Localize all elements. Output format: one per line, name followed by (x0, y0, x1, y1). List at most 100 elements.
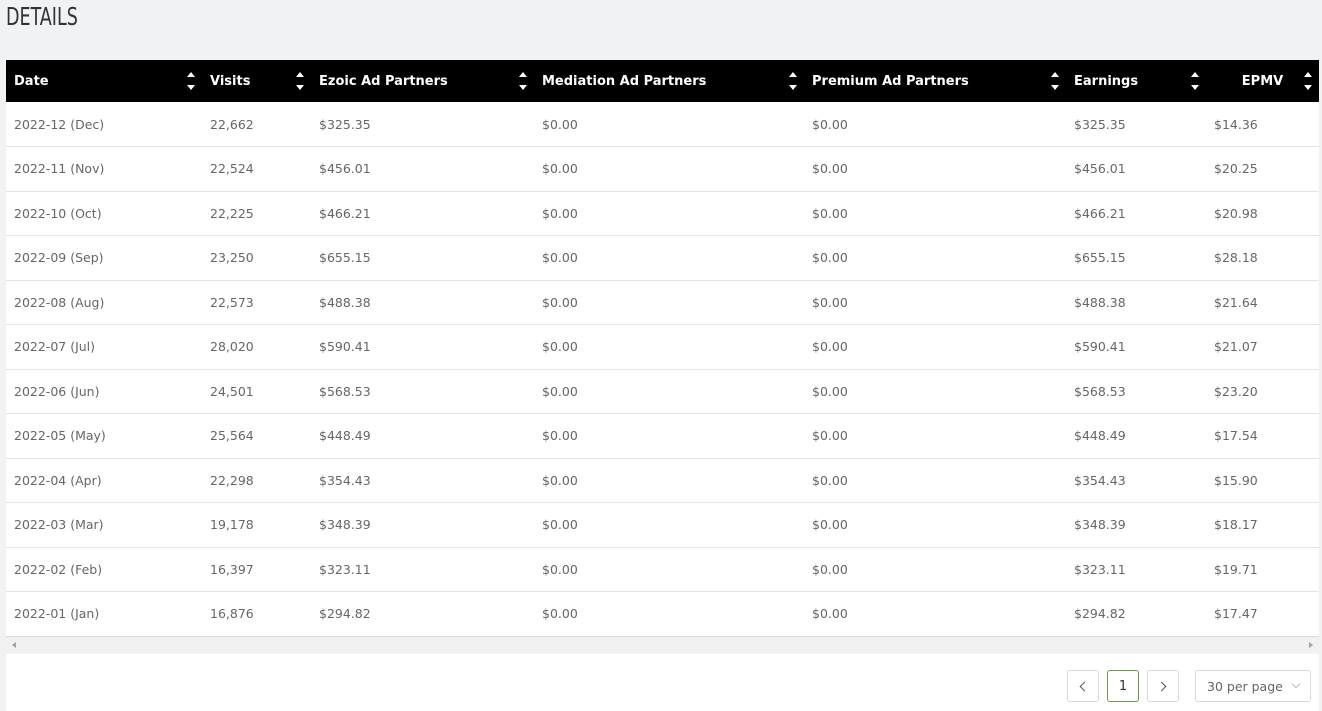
cell-epmv: $14.36 (1214, 116, 1258, 132)
sort-icon[interactable] (788, 70, 798, 92)
column-label: Earnings (1074, 73, 1139, 89)
column-header-mediation-ad-partners[interactable]: Mediation Ad Partners (534, 60, 804, 102)
cell-premium-ad-partners: $0.00 (812, 250, 848, 266)
cell-date: 2022-06 (Jun) (14, 383, 100, 399)
cell-premium-ad-partners: $0.00 (812, 294, 848, 310)
cell-visits: 22,524 (210, 161, 254, 177)
column-header-ezoic-ad-partners[interactable]: Ezoic Ad Partners (311, 60, 534, 102)
cell-visits: 19,178 (210, 517, 254, 533)
table-body: 2022-12 (Dec) 22,662 $325.35 $0.00 $0.00 $325… (6, 102, 1319, 636)
cell-mediation-ad-partners: $0.00 (542, 383, 578, 399)
cell-visits: 22,225 (210, 205, 254, 221)
cell-ezoic-ad-partners: $354.43 (319, 472, 371, 488)
cell-mediation-ad-partners: $0.00 (542, 606, 578, 622)
scroll-left-icon[interactable] (12, 642, 16, 648)
cell-premium-ad-partners: $0.00 (812, 428, 848, 444)
cell-epmv: $20.25 (1214, 161, 1258, 177)
cell-mediation-ad-partners: $0.00 (542, 472, 578, 488)
column-header-premium-ad-partners[interactable]: Premium Ad Partners (804, 60, 1066, 102)
cell-ezoic-ad-partners: $488.38 (319, 294, 371, 310)
cell-earnings: $348.39 (1074, 517, 1126, 533)
column-label: Mediation Ad Partners (542, 73, 707, 89)
column-header-earnings[interactable]: Earnings (1066, 60, 1206, 102)
cell-epmv: $23.20 (1214, 383, 1258, 399)
table-row: 2022-07 (Jul) 28,020 $590.41 $0.00 $0.00 $590… (6, 325, 1319, 369)
column-label: Date (14, 73, 49, 89)
cell-visits: 22,298 (210, 472, 254, 488)
cell-premium-ad-partners: $0.00 (812, 606, 848, 622)
cell-epmv: $17.47 (1214, 606, 1258, 622)
column-label: Ezoic Ad Partners (319, 73, 448, 89)
chevron-left-icon (1079, 681, 1090, 691)
scroll-right-icon[interactable] (1309, 642, 1313, 648)
cell-epmv: $21.64 (1214, 294, 1258, 310)
cell-earnings: $294.82 (1074, 606, 1126, 622)
sort-icon[interactable] (1190, 70, 1200, 92)
table-row: 2022-06 (Jun) 24,501 $568.53 $0.00 $0.00 $568… (6, 369, 1319, 414)
page-button-current[interactable]: 1 (1107, 670, 1139, 702)
column-header-visits[interactable]: Visits (202, 60, 311, 102)
cell-premium-ad-partners: $0.00 (812, 116, 848, 132)
next-page-button[interactable] (1147, 670, 1179, 702)
cell-visits: 16,876 (210, 606, 254, 622)
column-label: Premium Ad Partners (812, 73, 969, 89)
cell-ezoic-ad-partners: $655.15 (319, 250, 371, 266)
cell-epmv: $17.54 (1214, 428, 1258, 444)
column-label: EPMV (1241, 73, 1284, 89)
sort-icon[interactable] (1050, 70, 1060, 92)
sort-icon[interactable] (1303, 70, 1313, 92)
cell-ezoic-ad-partners: $294.82 (319, 606, 371, 622)
cell-visits: 28,020 (210, 339, 254, 355)
cell-date: 2022-09 (Sep) (14, 250, 104, 266)
cell-earnings: $448.49 (1074, 428, 1126, 444)
cell-premium-ad-partners: $0.00 (812, 205, 848, 221)
sort-icon[interactable] (295, 70, 305, 92)
cell-date: 2022-05 (May) (14, 428, 106, 444)
sort-icon[interactable] (186, 70, 196, 92)
cell-mediation-ad-partners: $0.00 (542, 250, 578, 266)
sort-icon[interactable] (518, 70, 528, 92)
details-table: Date Visits Ezoic Ad Partners Mediation … (6, 60, 1319, 637)
previous-page-button[interactable] (1067, 670, 1099, 702)
cell-earnings: $323.11 (1074, 561, 1126, 577)
pagination-bar: 1 30 per page (6, 654, 1319, 711)
cell-mediation-ad-partners: $0.00 (542, 294, 578, 310)
table-row: 2022-11 (Nov) 22,524 $456.01 $0.00 $0.00 $456… (6, 147, 1319, 191)
cell-epmv: $19.71 (1214, 561, 1258, 577)
cell-ezoic-ad-partners: $448.49 (319, 428, 371, 444)
table-row: 2022-09 (Sep) 23,250 $655.15 $0.00 $0.00 $655… (6, 236, 1319, 280)
cell-visits: 25,564 (210, 428, 254, 444)
horizontal-scrollbar[interactable] (6, 636, 1319, 653)
column-header-date[interactable]: Date (6, 60, 202, 102)
cell-epmv: $15.90 (1214, 472, 1258, 488)
cell-earnings: $590.41 (1074, 339, 1126, 355)
cell-earnings: $354.43 (1074, 472, 1126, 488)
table-row: 2022-01 (Jan) 16,876 $294.82 $0.00 $0.00 $294… (6, 592, 1319, 636)
cell-earnings: $655.15 (1074, 250, 1126, 266)
cell-epmv: $28.18 (1214, 250, 1258, 266)
cell-premium-ad-partners: $0.00 (812, 517, 848, 533)
cell-earnings: $325.35 (1074, 116, 1126, 132)
table-header-row: Date Visits Ezoic Ad Partners Mediation … (6, 60, 1319, 102)
cell-earnings: $456.01 (1074, 161, 1126, 177)
table-row: 2022-04 (Apr) 22,298 $354.43 $0.00 $0.00 $354… (6, 458, 1319, 503)
cell-premium-ad-partners: $0.00 (812, 561, 848, 577)
details-table-container: Date Visits Ezoic Ad Partners Mediation … (6, 60, 1319, 637)
cell-mediation-ad-partners: $0.00 (542, 517, 578, 533)
cell-premium-ad-partners: $0.00 (812, 383, 848, 399)
cell-mediation-ad-partners: $0.00 (542, 116, 578, 132)
cell-premium-ad-partners: $0.00 (812, 339, 848, 355)
cell-premium-ad-partners: $0.00 (812, 472, 848, 488)
table-row: 2022-03 (Mar) 19,178 $348.39 $0.00 $0.00 $348… (6, 503, 1319, 547)
cell-mediation-ad-partners: $0.00 (542, 428, 578, 444)
per-page-value: 30 per page (1207, 678, 1283, 694)
cell-ezoic-ad-partners: $590.41 (319, 339, 371, 355)
cell-earnings: $488.38 (1074, 294, 1126, 310)
cell-ezoic-ad-partners: $325.35 (319, 116, 371, 132)
cell-earnings: $466.21 (1074, 205, 1126, 221)
cell-visits: 24,501 (210, 383, 254, 399)
per-page-select[interactable]: 30 per page (1195, 670, 1311, 702)
cell-premium-ad-partners: $0.00 (812, 161, 848, 177)
column-header-epmv[interactable]: EPMV (1206, 60, 1319, 102)
table-row: 2022-05 (May) 25,564 $448.49 $0.00 $0.00 $448… (6, 414, 1319, 458)
